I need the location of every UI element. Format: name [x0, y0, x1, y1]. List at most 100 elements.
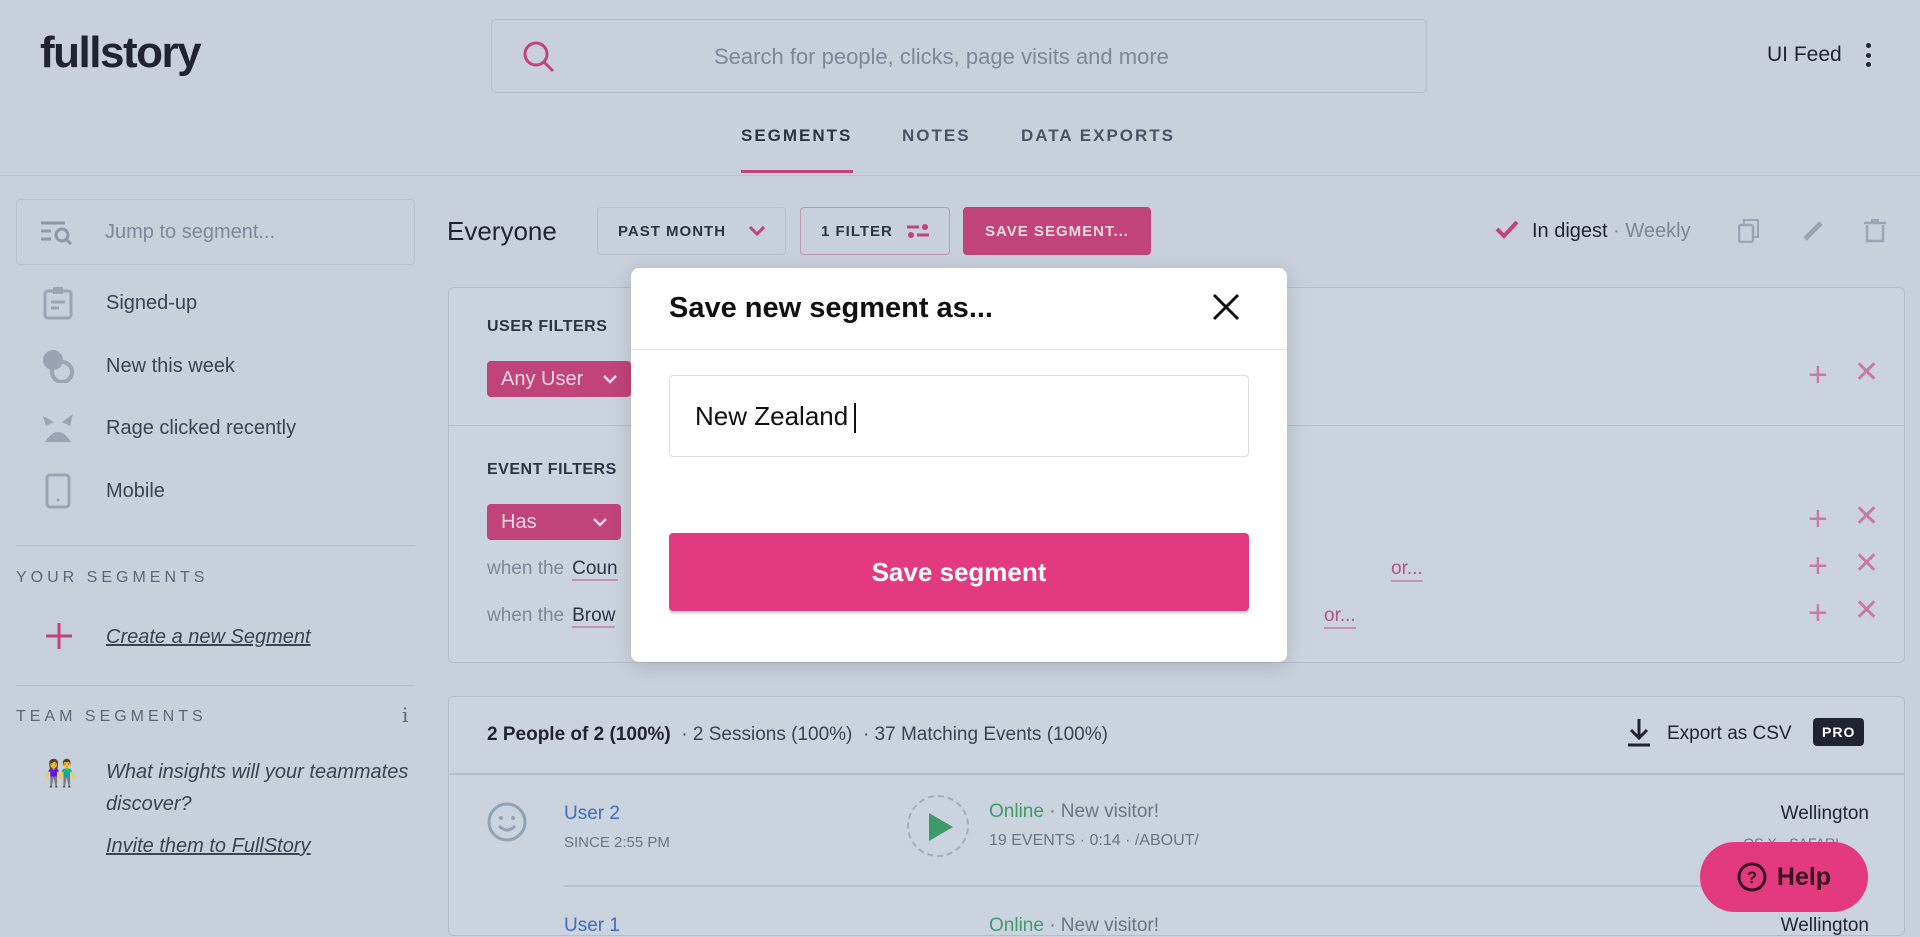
user-filters-label: USER FILTERS: [487, 318, 608, 335]
date-range-dropdown[interactable]: PAST MONTH: [597, 207, 786, 255]
play-icon: [929, 813, 953, 841]
plus-icon[interactable]: [46, 623, 72, 654]
add-filter-plus-icon[interactable]: +: [1808, 596, 1828, 630]
field-selector[interactable]: Coun: [572, 558, 618, 581]
info-icon[interactable]: i: [402, 703, 408, 727]
digest-status[interactable]: In digest · Weekly: [1532, 220, 1691, 243]
chevron-down-icon: [603, 374, 617, 384]
copy-icon[interactable]: [1737, 219, 1760, 248]
results-summary: 2 People of 2 (100%) · 2 Sessions (100%)…: [487, 724, 1108, 746]
play-session-button[interactable]: [907, 795, 969, 857]
has-label: Has: [501, 510, 537, 533]
create-segment-link[interactable]: Create a new Segment: [106, 626, 311, 649]
user-link[interactable]: User 1: [564, 915, 620, 937]
online-status: Online: [989, 801, 1044, 822]
your-segments-heading: YOUR SEGMENTS: [16, 569, 209, 586]
date-range-label: PAST MONTH: [618, 222, 727, 240]
team-segments-heading: TEAM SEGMENTS: [16, 708, 207, 725]
any-user-label: Any User: [501, 367, 584, 390]
tab-data-exports[interactable]: DATA EXPORTS: [1021, 126, 1175, 146]
edit-pencil-icon[interactable]: [1802, 220, 1824, 247]
global-search[interactable]: Search for people, clicks, page visits a…: [491, 19, 1427, 93]
help-label: Help: [1776, 862, 1832, 891]
row-divider: [564, 885, 1864, 887]
filter-count-label: 1 FILTER: [821, 222, 893, 240]
any-user-dropdown[interactable]: Any User: [487, 361, 631, 397]
session-status: Online · New visitor!: [989, 801, 1159, 823]
filter-row-browser: when the Brow: [487, 605, 616, 628]
digest-label: In digest: [1532, 220, 1608, 242]
results-divider: [449, 773, 1904, 775]
ui-feed-label[interactable]: UI Feed: [1767, 43, 1842, 67]
or-link[interactable]: or...: [1391, 558, 1423, 582]
visitor-note: · New visitor!: [1049, 801, 1159, 822]
remove-filter-x-icon[interactable]: ✕: [1854, 596, 1879, 626]
sidebar-item-signed-up[interactable]: Signed-up: [40, 285, 197, 321]
session-detail: 19 EVENTS · 0:14 · /ABOUT/: [989, 832, 1199, 849]
save-segment-dialog: Save new segment as... New Zealand Save …: [631, 268, 1287, 662]
more-menu-icon[interactable]: [1860, 40, 1876, 70]
sidebar-divider: [16, 685, 415, 686]
search-placeholder: Search for people, clicks, page visits a…: [714, 44, 1169, 69]
save-segment-confirm-button[interactable]: Save segment: [669, 533, 1249, 611]
online-status: Online: [989, 915, 1044, 936]
fullstory-logo[interactable]: fullstory: [40, 28, 202, 78]
chevron-down-icon: [593, 517, 607, 527]
or-link[interactable]: or...: [1324, 605, 1356, 629]
list-search-icon: [41, 221, 73, 246]
smiley-avatar-icon: [487, 802, 527, 847]
team-prompt: What insights will your teammates discov…: [106, 761, 409, 815]
close-icon[interactable]: [1211, 292, 1241, 327]
segment-title: Everyone: [447, 216, 557, 246]
when-the-label: when the: [487, 605, 565, 626]
sidebar-item-label: Mobile: [106, 479, 165, 502]
jump-placeholder: Jump to segment...: [105, 221, 276, 243]
sidebar-item-new-this-week[interactable]: New this week: [40, 348, 235, 384]
filter-toggle-button[interactable]: 1 FILTER: [800, 207, 950, 255]
sessions-count: · 2 Sessions (100%): [681, 724, 853, 745]
add-filter-plus-icon[interactable]: +: [1808, 502, 1828, 536]
add-filter-plus-icon[interactable]: +: [1808, 549, 1828, 583]
export-csv-link[interactable]: Export as CSV: [1667, 723, 1792, 745]
header-divider: [0, 175, 1920, 176]
phone-icon: [40, 473, 76, 509]
sidebar-item-mobile[interactable]: Mobile: [40, 473, 165, 509]
user-link[interactable]: User 2: [564, 803, 620, 825]
remove-filter-x-icon[interactable]: ✕: [1854, 549, 1879, 579]
clipboard-icon: [40, 285, 76, 321]
download-icon[interactable]: [1627, 719, 1651, 752]
angry-face-icon: [40, 410, 76, 446]
text-caret: [854, 403, 857, 434]
event-filters-label: EVENT FILTERS: [487, 461, 617, 478]
field-selector[interactable]: Brow: [572, 605, 616, 628]
svg-text:?: ?: [1747, 868, 1757, 887]
add-filter-plus-icon[interactable]: +: [1808, 358, 1828, 392]
trash-icon[interactable]: [1864, 218, 1886, 249]
invite-link[interactable]: Invite them to FullStory: [106, 835, 311, 858]
digest-frequency: · Weekly: [1613, 220, 1691, 242]
sliders-icon: [907, 224, 929, 238]
when-the-label: when the: [487, 558, 565, 579]
sidebar-item-label: New this week: [106, 354, 235, 377]
remove-filter-x-icon[interactable]: ✕: [1854, 358, 1879, 388]
pro-badge: PRO: [1813, 718, 1865, 746]
visitor-note: · New visitor!: [1049, 915, 1159, 936]
sidebar-item-rage-clicked[interactable]: Rage clicked recently: [40, 410, 296, 446]
remove-filter-x-icon[interactable]: ✕: [1854, 502, 1879, 532]
check-icon: [1495, 219, 1519, 244]
filter-row-country: when the Coun: [487, 558, 618, 581]
segment-name-input[interactable]: New Zealand: [669, 375, 1249, 457]
jump-to-segment-input[interactable]: Jump to segment...: [16, 199, 415, 265]
tab-segments[interactable]: SEGMENTS: [741, 126, 852, 146]
dialog-title: Save new segment as...: [669, 292, 993, 324]
user-city: Wellington: [1780, 915, 1869, 936]
baby-icon: [40, 348, 76, 384]
sidebar-item-label: Rage clicked recently: [106, 416, 297, 439]
people-count: 2 People of 2 (100%): [487, 724, 671, 745]
tab-notes[interactable]: NOTES: [902, 126, 971, 146]
active-tab-indicator: [741, 170, 853, 173]
has-dropdown[interactable]: Has: [487, 504, 621, 540]
help-button[interactable]: ? Help: [1700, 842, 1868, 912]
save-segment-button[interactable]: SAVE SEGMENT...: [963, 207, 1151, 255]
couple-emoji-icon: 👫: [44, 758, 77, 788]
